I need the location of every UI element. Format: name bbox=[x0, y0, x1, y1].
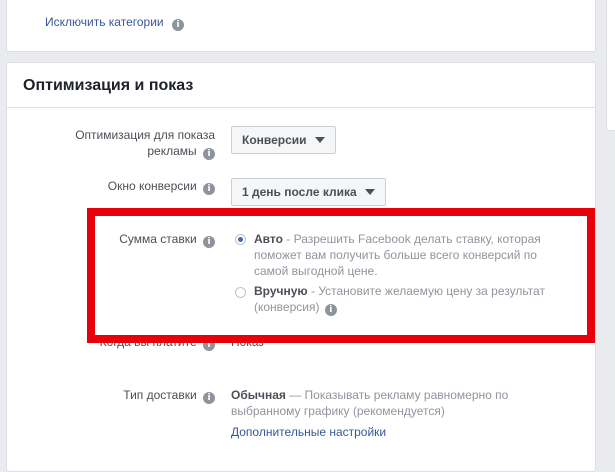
delivery-desc-line2: выбранному графику (рекомендуется) bbox=[231, 404, 445, 418]
section-title: Оптимизация и показ bbox=[23, 77, 194, 94]
delivery-type-value: Обычная — Показывать рекламу равномерно … bbox=[231, 387, 571, 419]
delivery-title: Обычная bbox=[231, 388, 286, 402]
conversion-window-label-row: Окно конверсии i bbox=[47, 178, 215, 195]
optimization-dropdown[interactable]: Конверсии bbox=[231, 126, 336, 154]
section-divider bbox=[7, 107, 595, 108]
chevron-down-icon bbox=[314, 137, 325, 143]
advanced-settings-link[interactable]: Дополнительные настройки bbox=[231, 425, 386, 439]
optimization-label-line2: рекламы bbox=[147, 144, 197, 158]
info-icon[interactable]: i bbox=[203, 183, 215, 195]
exclude-categories-link[interactable]: Исключить категории bbox=[45, 15, 164, 29]
optimization-dropdown-value: Конверсии bbox=[242, 133, 307, 147]
targeting-card: Исключить категории i bbox=[6, 0, 596, 52]
conversion-window-dropdown-value: 1 день после клика bbox=[242, 185, 357, 199]
highlight-box bbox=[87, 208, 595, 343]
optimization-label-line1: Оптимизация для показа bbox=[75, 128, 215, 142]
optimization-label: Оптимизация для показа рекламы i bbox=[47, 127, 215, 160]
conversion-window-dropdown[interactable]: 1 день после клика bbox=[231, 178, 386, 206]
info-icon[interactable]: i bbox=[203, 148, 215, 160]
conversion-window-label: Окно конверсии bbox=[107, 179, 197, 193]
delivery-type-label: Тип доставки bbox=[123, 388, 197, 402]
exclude-categories-row: Исключить категории i bbox=[45, 13, 185, 31]
info-icon[interactable]: i bbox=[172, 19, 185, 31]
chevron-down-icon bbox=[364, 189, 375, 195]
info-icon[interactable]: i bbox=[203, 392, 215, 404]
right-panel-edge bbox=[606, 0, 615, 131]
delivery-desc-line1: — Показывать рекламу равномерно по bbox=[285, 388, 509, 402]
delivery-type-label-row: Тип доставки i bbox=[47, 387, 215, 404]
